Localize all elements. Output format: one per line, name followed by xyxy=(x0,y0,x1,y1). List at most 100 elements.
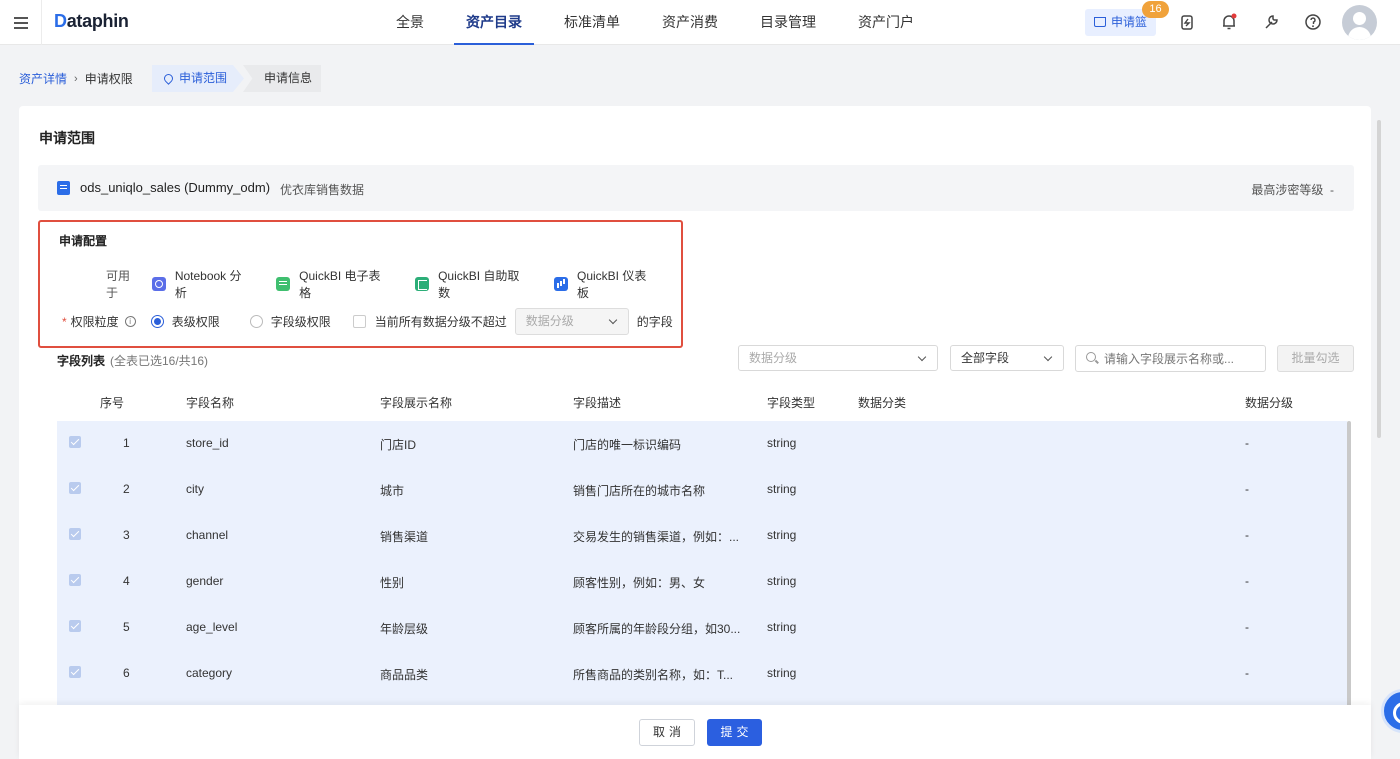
row-checkbox[interactable] xyxy=(69,436,81,448)
nav-item-consumption[interactable]: 资产消费 xyxy=(650,0,730,45)
field-list-title: 字段列表 xyxy=(57,354,106,368)
row-checkbox[interactable] xyxy=(69,528,81,540)
field-scope-filter[interactable]: 全部字段 xyxy=(950,345,1064,371)
table-row[interactable]: 5 age_level 年龄层级 顾客所属的年龄段分组，如30... strin… xyxy=(57,605,1347,651)
col-description: 字段描述 xyxy=(573,396,622,410)
radio-unchecked-icon[interactable] xyxy=(249,315,263,328)
cell-field-name: store_id xyxy=(186,436,229,450)
chevron-down-icon xyxy=(1043,352,1053,362)
breadcrumb-separator: › xyxy=(74,72,78,85)
cell-no: 5 xyxy=(123,620,130,634)
cell-field-name: city xyxy=(186,482,204,496)
apply-config-section: 申请配置 可用于 Notebook 分析 QuickBI 电子表格 QuickB… xyxy=(38,220,683,348)
cell-description: 交易发生的销售渠道，例如：... xyxy=(573,530,740,544)
cell-level: - xyxy=(1245,528,1249,542)
self-service-icon xyxy=(415,277,430,291)
col-category: 数据分类 xyxy=(858,396,907,410)
table-info-bar: ods_uniqlo_sales (Dummy_odm) 优衣库销售数据 最高涉… xyxy=(38,165,1354,211)
cell-level: - xyxy=(1245,436,1249,450)
table-row[interactable]: 4 gender 性别 顾客性别，例如：男、女 string - xyxy=(57,559,1347,605)
tool-quickbi-self-service: QuickBI 自助取数 xyxy=(415,267,531,301)
table-header: 序号 字段名称 字段展示名称 字段描述 字段类型 数据分类 数据分级 xyxy=(57,381,1354,421)
dashboard-icon xyxy=(554,277,568,291)
bell-icon[interactable] xyxy=(1220,13,1238,31)
cell-field-name: channel xyxy=(186,528,229,542)
batch-select-button[interactable]: 批量勾选 xyxy=(1277,345,1354,372)
cell-type: string xyxy=(767,528,797,542)
cell-no: 2 xyxy=(123,482,130,496)
level-select-disabled[interactable]: 数据分级 xyxy=(514,308,629,335)
table-row[interactable]: 1 store_id 门店ID 门店的唯一标识编码 string - xyxy=(57,421,1347,467)
table-name[interactable]: ods_uniqlo_sales (Dummy_odm) xyxy=(80,180,270,195)
cell-no: 1 xyxy=(123,436,130,450)
step-apply-info[interactable]: 申请信息 xyxy=(243,65,321,92)
tool-quickbi-dashboard: QuickBI 仪表板 xyxy=(554,267,658,301)
page-title: 申请范围 xyxy=(39,130,95,146)
breadcrumb-current: 申请权限 xyxy=(84,72,133,86)
cancel-button[interactable]: 取消 xyxy=(639,719,695,746)
table-icon xyxy=(57,181,70,195)
avatar[interactable] xyxy=(1342,5,1377,40)
table-row[interactable]: 6 category 商品品类 所售商品的类别名称，如：T... string … xyxy=(57,651,1347,697)
cell-type: string xyxy=(767,482,797,496)
row-checkbox[interactable] xyxy=(69,482,81,494)
location-icon xyxy=(162,72,175,85)
wrench-icon[interactable] xyxy=(1262,13,1280,31)
cell-type: string xyxy=(767,620,797,634)
nav-item-asset-catalog[interactable]: 资产目录 xyxy=(454,0,534,45)
cell-description: 顾客所属的年龄段分组，如30... xyxy=(573,622,741,636)
table-row[interactable]: 2 city 城市 销售门店所在的城市名称 string - xyxy=(57,467,1347,513)
apply-scope-card: 申请范围 ods_uniqlo_sales (Dummy_odm) 优衣库销售数… xyxy=(19,106,1371,759)
level-limit-checkbox[interactable]: 当前所有数据分级不超过 xyxy=(352,313,507,330)
logo[interactable]: Dataphin xyxy=(54,11,129,32)
col-level: 数据分级 xyxy=(1245,396,1294,410)
data-level-filter[interactable]: 数据分级 xyxy=(738,345,938,371)
cart-count-badge: 16 xyxy=(1142,1,1169,18)
tool-notebook: Notebook 分析 xyxy=(151,267,253,301)
nav-item-portal[interactable]: 资产门户 xyxy=(846,0,926,45)
row-checkbox[interactable] xyxy=(69,666,81,678)
radio-table-level[interactable]: 表级权限 xyxy=(150,313,220,330)
checkbox-icon[interactable] xyxy=(352,315,366,328)
breadcrumb-asset-detail[interactable]: 资产详情 xyxy=(19,70,67,87)
row-checkbox[interactable] xyxy=(69,574,81,586)
cart-icon xyxy=(1094,17,1106,27)
spreadsheet-icon xyxy=(276,277,291,291)
cell-description: 所售商品的类别名称，如：T... xyxy=(573,668,734,682)
cell-field-name: age_level xyxy=(186,620,238,634)
table-scrollbar[interactable] xyxy=(1347,421,1351,711)
granularity-label: 权限粒度 xyxy=(70,315,119,329)
search-icon xyxy=(1086,352,1096,362)
radio-field-level[interactable]: 字段级权限 xyxy=(249,313,331,330)
col-field-name: 字段名称 xyxy=(186,396,235,410)
nav-item-overview[interactable]: 全景 xyxy=(384,0,436,45)
submit-button[interactable]: 提交 xyxy=(707,719,762,746)
cell-description: 顾客性别，例如：男、女 xyxy=(573,576,706,590)
cell-level: - xyxy=(1245,574,1249,588)
tool-quickbi-sheet: QuickBI 电子表格 xyxy=(276,267,392,301)
row-checkbox[interactable] xyxy=(69,620,81,632)
power-icon[interactable] xyxy=(1178,13,1196,31)
field-list-count: (全表已选16/共16) xyxy=(110,354,209,368)
info-icon[interactable]: i xyxy=(124,316,136,327)
breadcrumb: 资产详情 › 申请权限 xyxy=(19,65,133,92)
menu-icon[interactable] xyxy=(0,0,42,45)
cell-level: - xyxy=(1245,666,1249,680)
usable-tools-row: 可用于 Notebook 分析 QuickBI 电子表格 QuickBI 自助取… xyxy=(106,267,681,301)
assistant-icon[interactable] xyxy=(1381,689,1400,733)
nav-item-catalog-management[interactable]: 目录管理 xyxy=(748,0,828,45)
table-row[interactable]: 3 channel 销售渠道 交易发生的销售渠道，例如：... string - xyxy=(57,513,1347,559)
main-menu: 全景 资产目录 标准清单 资产消费 目录管理 资产门户 xyxy=(384,0,944,45)
field-search-input[interactable] xyxy=(1075,345,1266,372)
cell-type: string xyxy=(767,436,797,450)
radio-checked-icon[interactable] xyxy=(150,315,164,328)
cell-level: - xyxy=(1245,620,1249,634)
required-mark: * xyxy=(62,314,67,329)
cell-display-name: 销售渠道 xyxy=(380,530,429,544)
help-icon[interactable] xyxy=(1304,13,1322,31)
cell-description: 销售门店所在的城市名称 xyxy=(573,484,706,498)
page-scrollbar[interactable] xyxy=(1377,120,1381,438)
step-apply-scope[interactable]: 申请范围 xyxy=(152,65,244,92)
chevron-down-icon xyxy=(608,315,617,325)
nav-item-standards[interactable]: 标准清单 xyxy=(552,0,632,45)
